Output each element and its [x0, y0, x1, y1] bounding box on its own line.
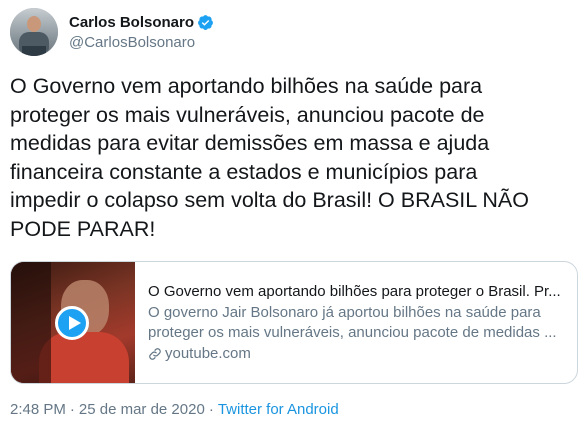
meta-separator-2: · [208, 401, 214, 418]
link-icon [148, 347, 162, 361]
card-domain: youtube.com [148, 344, 563, 364]
tweet-time[interactable]: 2:48 PM [10, 401, 66, 418]
tweet-header: Carlos Bolsonaro @CarlosBolsonaro [10, 6, 214, 58]
display-name[interactable]: Carlos Bolsonaro [69, 14, 194, 31]
tweet: Carlos Bolsonaro @CarlosBolsonaro O Gove… [0, 0, 588, 432]
play-icon[interactable] [55, 306, 89, 340]
avatar[interactable] [10, 8, 58, 56]
card-title: O Governo vem aportando bilhões para pro… [148, 282, 561, 300]
meta-separator: · [69, 401, 75, 418]
tweet-meta: 2:48 PM · 25 de mar de 2020 · Twitter fo… [10, 401, 339, 418]
tweet-source[interactable]: Twitter for Android [218, 401, 339, 418]
card-domain-label: youtube.com [165, 344, 251, 362]
name-row: Carlos Bolsonaro [69, 14, 214, 31]
user-names: Carlos Bolsonaro @CarlosBolsonaro [69, 14, 214, 51]
card-body[interactable]: O Governo vem aportando bilhões para pro… [135, 262, 577, 383]
card-description: O governo Jair Bolsonaro já aportou bilh… [148, 303, 557, 341]
user-handle[interactable]: @CarlosBolsonaro [69, 34, 214, 51]
link-card[interactable]: O Governo vem aportando bilhões para pro… [10, 261, 578, 384]
tweet-date[interactable]: 25 de mar de 2020 [79, 401, 205, 418]
card-thumbnail[interactable] [11, 262, 135, 383]
verified-badge-icon [197, 14, 214, 31]
tweet-text: O Governo vem aportando bilhões na saúde… [10, 74, 529, 241]
